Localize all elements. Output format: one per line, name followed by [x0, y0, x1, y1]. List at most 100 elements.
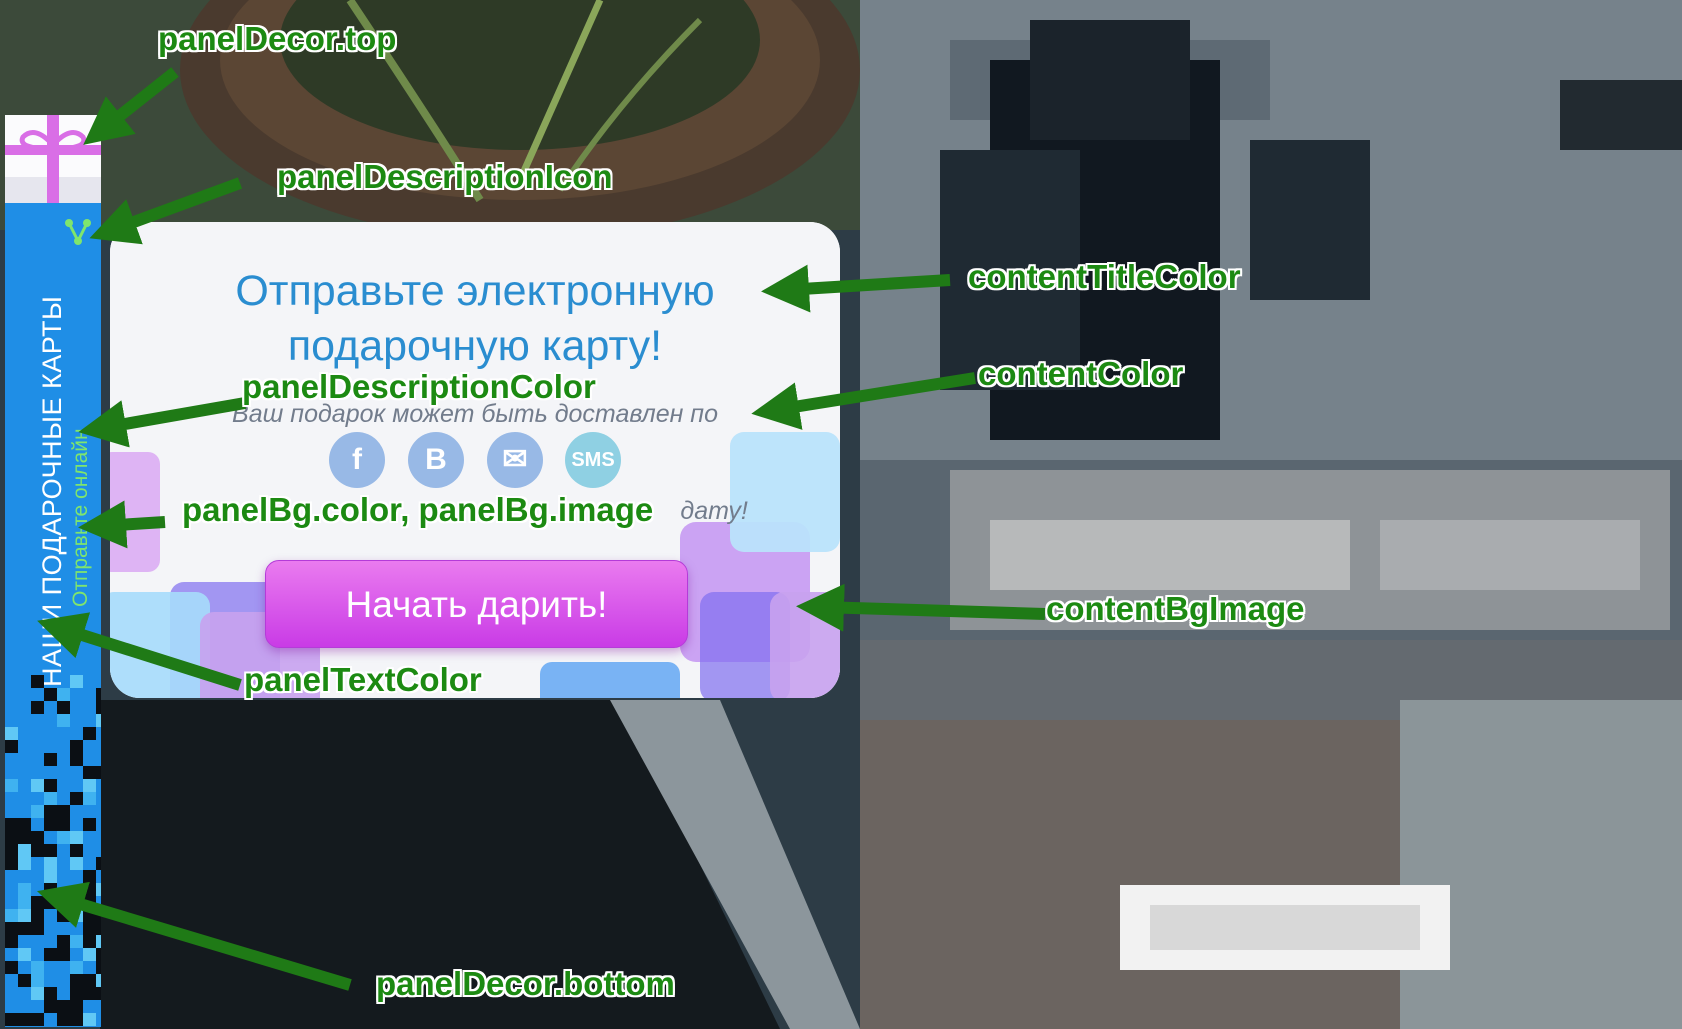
panel-decor-pixel	[83, 1000, 96, 1013]
panel-decor-pixel	[57, 961, 70, 974]
annotation-content-color: contentColor	[978, 355, 1184, 392]
panel-decor-pixel	[18, 1013, 31, 1026]
panel-decor-pixel	[44, 1000, 57, 1013]
sms-icon[interactable]: SMS	[565, 432, 621, 488]
panel-decor-pixel	[44, 948, 57, 961]
panel-decor-pixel	[44, 779, 57, 792]
panel-decor-pixel	[70, 1013, 83, 1026]
panel-decor-pixel	[5, 909, 18, 922]
panel-decor-pixel	[18, 896, 31, 909]
panel-decor-pixel	[83, 779, 96, 792]
panel-decor-pixel	[83, 948, 96, 961]
panel-decor-pixel	[70, 857, 83, 870]
panel-decor-pixel	[5, 857, 18, 870]
panel-decor-pixel	[5, 883, 18, 896]
content-text-suffix-label: дату!	[680, 497, 748, 525]
panel-decor-pixel	[31, 844, 44, 857]
panel-decor-pixel	[31, 779, 44, 792]
panel-decor-pixel	[18, 818, 31, 831]
panel-decor-pixel	[70, 792, 83, 805]
panel-decor-pixel	[44, 805, 57, 818]
panel-decor-pixel	[5, 740, 18, 753]
panel-decor-pixel	[96, 766, 101, 779]
panel-decor-pixel	[44, 818, 57, 831]
panel-decor-pixel	[70, 987, 83, 1000]
panel-decor-pixel	[83, 1013, 96, 1026]
panel-decor-pixel	[18, 922, 31, 935]
panel-decor-pixel	[31, 1013, 44, 1026]
panel-decor-pixel	[57, 909, 70, 922]
panel-decor-pixel	[96, 883, 101, 896]
panel-decor-pixel	[83, 766, 96, 779]
panel-decor-pixel	[70, 675, 83, 688]
annotation-panel-decor-top: panelDecor.top	[158, 20, 397, 57]
panel-decor-pixel	[83, 935, 96, 948]
panel-decor-pixel	[96, 935, 101, 948]
email-icon[interactable]: ✉	[487, 432, 543, 488]
panel-decor-pixel	[96, 948, 101, 961]
panel-decor-pixel	[57, 896, 70, 909]
panel-decor-pixel	[5, 935, 18, 948]
panel-decor-pixel	[44, 1013, 57, 1026]
panel-bottom-decor	[5, 675, 101, 1027]
panel-decor-pixel	[5, 831, 18, 844]
panel-decor-pixel	[57, 948, 70, 961]
panel-decor-pixel	[44, 753, 57, 766]
start-gifting-button[interactable]: Начать дарить!	[265, 560, 688, 648]
panel-decor-pixel	[96, 818, 101, 831]
panel-decor-pixel	[96, 1000, 101, 1013]
panel-decor-pixel	[18, 974, 31, 987]
panel-decor-pixel	[18, 831, 31, 844]
panel-decor-pixel	[5, 961, 18, 974]
panel-decor-pixel	[83, 909, 96, 922]
annotation-panel-description-color: panelDescriptionColor	[242, 368, 596, 405]
panel-decor-pixel	[44, 857, 57, 870]
panel-top-decor	[5, 115, 101, 203]
panel-decor-pixel	[96, 701, 101, 714]
panel-decor-pixel	[5, 779, 18, 792]
facebook-icon[interactable]: f	[329, 432, 385, 488]
panel-description[interactable]: Отправьте онлайн	[69, 428, 93, 607]
panel-decor-pixel	[18, 844, 31, 857]
panel-decor-pixel	[44, 844, 57, 857]
panel-decor-pixel	[5, 727, 18, 740]
panel-decor-pixel	[70, 935, 83, 948]
panel-decor-pixel	[31, 961, 44, 974]
panel-decor-pixel	[57, 1000, 70, 1013]
panel-decor-pixel	[83, 896, 96, 909]
annotation-panel-description-icon: panelDescriptionIcon	[277, 158, 613, 195]
side-panel[interactable]: НАШИ ПОДАРОЧНЫЕ КАРТЫ Отправьте онлайн	[5, 115, 101, 1027]
panel-decor-pixel	[83, 870, 96, 883]
panel-decor-pixel	[44, 935, 57, 948]
panel-decor-pixel	[44, 883, 57, 896]
panel-decor-pixel	[31, 987, 44, 1000]
panel-decor-pixel	[83, 987, 96, 1000]
panel-decor-pixel	[18, 883, 31, 896]
panel-decor-pixel	[83, 818, 96, 831]
annotation-content-title-color: contentTitleColor	[968, 258, 1241, 295]
annotation-content-bg-image: contentBgImage	[1046, 590, 1305, 627]
panel-decor-pixel	[31, 675, 44, 688]
panel-decor-pixel	[96, 909, 101, 922]
panel-decor-pixel	[83, 974, 96, 987]
panel-decor-pixel	[31, 805, 44, 818]
panel-title[interactable]: НАШИ ПОДАРОЧНЫЕ КАРТЫ	[37, 296, 68, 687]
panel-decor-pixel	[70, 909, 83, 922]
panel-decor-pixel	[96, 688, 101, 701]
share-icon	[65, 219, 91, 245]
panel-decor-pixel	[96, 714, 101, 727]
panel-decor-pixel	[44, 792, 57, 805]
panel-decor-pixel	[57, 922, 70, 935]
panel-decor-pixel	[31, 1000, 44, 1013]
panel-decor-pixel	[5, 818, 18, 831]
panel-decor-pixel	[18, 857, 31, 870]
panel-decor-pixel	[83, 883, 96, 896]
panel-decor-pixel	[44, 896, 57, 909]
panel-decor-pixel	[57, 818, 70, 831]
panel-decor-pixel	[31, 896, 44, 909]
panel-decor-pixel	[5, 844, 18, 857]
vkontakte-icon[interactable]: B	[408, 432, 464, 488]
annotation-panel-bg: panelBg.color, panelBg.image	[182, 491, 654, 528]
panel-decor-pixel	[83, 792, 96, 805]
panel-decor-pixel	[31, 909, 44, 922]
